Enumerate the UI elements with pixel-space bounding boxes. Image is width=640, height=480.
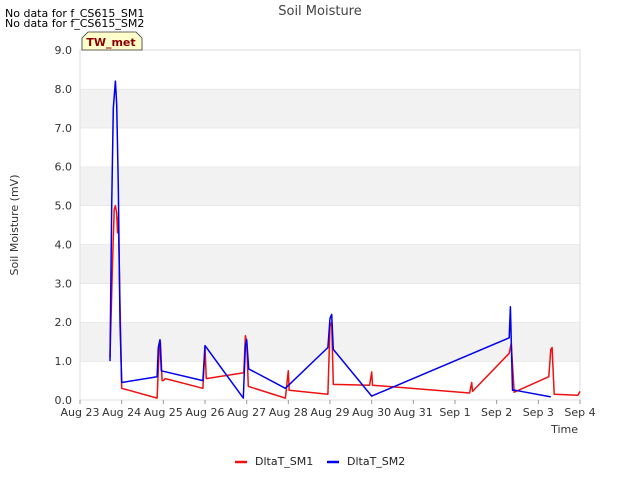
x-tick-label: Aug 30 [352,406,391,419]
y-tick-label: 7.0 [55,122,73,135]
y-tick-label: 2.0 [55,316,73,329]
x-tick-label: Aug 24 [102,406,141,419]
grid-band [80,166,580,206]
y-tick-label: 5.0 [55,200,73,213]
y-tick-label: 3.0 [55,277,73,290]
x-tick-label: Aug 25 [144,406,183,419]
x-tick-label: Aug 23 [61,406,100,419]
y-tick-label: 1.0 [55,355,73,368]
x-tick-label: Aug 27 [227,406,266,419]
legend: DltaT_SM1 DltaT_SM2 [235,455,405,468]
grid-band [80,50,580,89]
legend-label: DltaT_SM1 [255,455,313,468]
x-axis-ticks: Aug 23 Aug 24 Aug 25 Aug 26 Aug 27 Aug 28 Aug … [61,400,596,419]
soil-moisture-chart: Soil Moisture 0.01.02.03.04.05.06.07.08.… [8,4,596,468]
x-tick-label: Aug 26 [186,406,225,419]
x-tick-label: Sep 2 [481,406,512,419]
badge: TW_met [81,31,143,51]
chart-title: Soil Moisture [278,4,362,19]
grid-band [80,283,580,323]
y-tick-label: 4.0 [55,238,73,251]
x-tick-label: Sep 3 [523,406,554,419]
y-axis-ticks: 0.01.02.03.04.05.06.07.08.09.0 [55,44,73,407]
x-tick-label: Aug 29 [311,406,350,419]
legend-label: DltaT_SM2 [347,455,405,468]
badge-label: TW_met [86,36,135,49]
grid-band [80,244,580,284]
x-axis-label: Time [550,423,578,436]
grid-band [80,88,580,128]
x-tick-label: Aug 31 [394,406,433,419]
x-tick-label: Sep 1 [439,406,470,419]
y-tick-label: 8.0 [55,83,73,96]
x-tick-label: Sep 4 [564,406,595,419]
x-tick-label: Aug 28 [269,406,308,419]
grid-band [80,205,580,245]
y-tick-label: 6.0 [55,161,73,174]
grid-band [80,361,580,400]
y-axis-label: Soil Moisture (mV) [8,175,21,276]
grid-band [80,127,580,167]
y-tick-label: 9.0 [55,44,73,57]
